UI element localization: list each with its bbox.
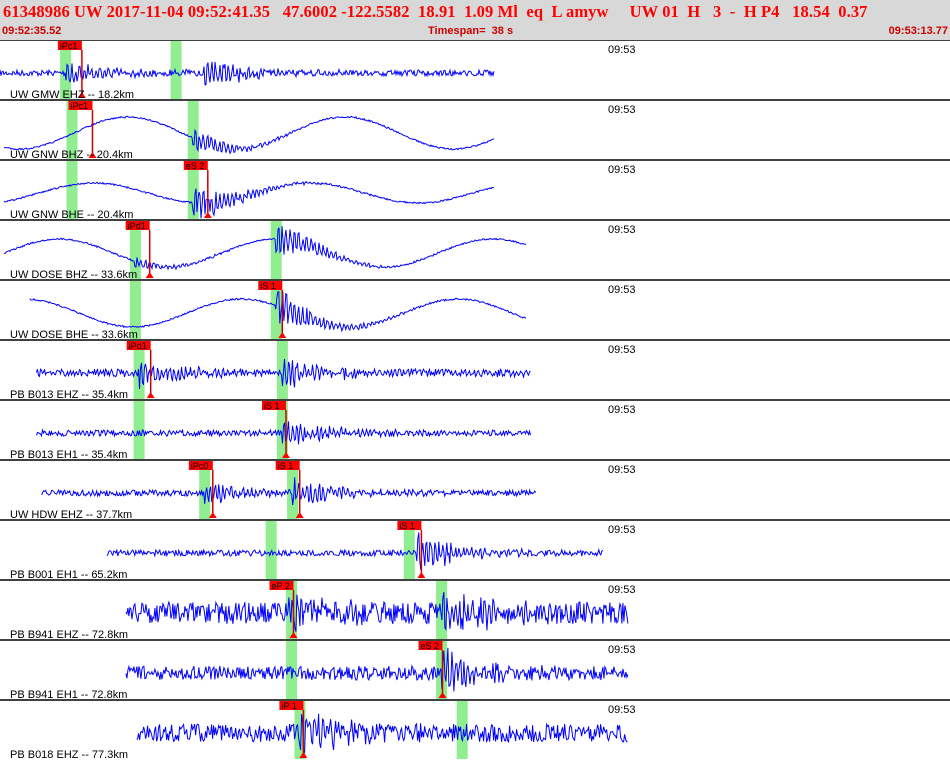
- end-time: 09:53:13.77: [888, 25, 948, 37]
- channel-row[interactable]: iS 1 09:53 PB B001 EH1 -- 65.2km: [0, 519, 950, 581]
- time-tick-label: 09:53: [608, 404, 636, 416]
- pick-label: iPc0: [191, 461, 209, 471]
- channel-row[interactable]: iPc1 09:53 UW GNW BHZ -- 20.4km: [0, 99, 950, 161]
- waveform-trace: [125, 647, 629, 692]
- time-tick-label: 09:53: [608, 704, 636, 716]
- channel-label: PB B941 EHZ -- 72.8km: [10, 629, 128, 641]
- channel-row[interactable]: eP 2 09:53 PB B941 EHZ -- 72.8km: [0, 579, 950, 641]
- channel-label: UW DOSE BHZ -- 33.6km: [10, 269, 137, 281]
- pick-arrow: [417, 572, 426, 578]
- channel-row[interactable]: eS 2 09:53 PB B941 EH1 -- 72.8km: [0, 639, 950, 701]
- channel-row[interactable]: iPd1 09:53 UW DOSE BHZ -- 33.6km: [0, 219, 950, 281]
- pick-label: iS 1: [278, 461, 294, 471]
- channel-label: UW GNW BHE -- 20.4km: [10, 209, 133, 221]
- pick-window: [265, 521, 277, 579]
- time-tick-label: 09:53: [608, 584, 636, 596]
- time-tick-label: 09:53: [608, 644, 636, 656]
- event-title: 61348986 UW 2017-11-04 09:52:41.35 47.60…: [3, 2, 868, 21]
- pick-window: [187, 101, 199, 159]
- pick-window: [170, 41, 182, 99]
- time-tick-label: 09:53: [608, 464, 636, 476]
- pick-arrow: [146, 392, 155, 398]
- event-header: 61348986 UW 2017-11-04 09:52:41.35 47.60…: [0, 0, 950, 40]
- channel-label: PB B001 EH1 -- 65.2km: [10, 569, 127, 581]
- channel-row[interactable]: iPc0 iS 1 09:53 UW HDW EHZ -- 37.7km: [0, 459, 950, 521]
- pick-label: eS 2: [186, 161, 205, 171]
- waveform-trace: [0, 61, 495, 86]
- time-tick-label: 09:53: [608, 164, 636, 176]
- pick-label: iS 1: [399, 521, 415, 531]
- channel-label: PB B013 EHZ -- 35.4km: [10, 389, 128, 401]
- time-tick-label: 09:53: [608, 104, 636, 116]
- channel-label: PB B018 EHZ -- 77.3km: [10, 749, 128, 760]
- channel-row[interactable]: iPd1 09:53 PB B013 EHZ -- 35.4km: [0, 339, 950, 401]
- pick-window: [276, 341, 288, 399]
- pick-label: iPc1: [71, 101, 89, 111]
- channel-row[interactable]: iP 1 09:53 PB B018 EHZ -- 77.3km: [0, 699, 950, 760]
- channel-row[interactable]: eS 2 09:53 UW GNW BHE -- 20.4km: [0, 159, 950, 221]
- channel-label: UW GNW BHZ -- 20.4km: [10, 149, 133, 161]
- timespan: Timespan= 38 s: [428, 25, 514, 37]
- pick-label: iS 1: [260, 281, 276, 291]
- pick-label: iPd1: [128, 221, 146, 231]
- channel-row[interactable]: iPc1 09:53 UW GMW EHZ -- 18.2km: [0, 40, 950, 101]
- pick-label: iPd1: [129, 341, 147, 351]
- pick-label: eP 2: [272, 581, 290, 591]
- channel-label: PB B013 EH1 -- 35.4km: [10, 449, 127, 461]
- time-tick-label: 09:53: [608, 284, 636, 296]
- pick-label: iP 1: [281, 701, 296, 711]
- pick-arrow: [145, 272, 154, 278]
- channel-row[interactable]: iS 1 09:53 UW DOSE BHE -- 33.6km: [0, 279, 950, 341]
- trace-panel[interactable]: iPc1 09:53UW GMW EHZ -- 18.2kmiPc1 09:53UW…: [0, 40, 950, 760]
- channel-label: UW DOSE BHE -- 33.6km: [10, 329, 138, 341]
- time-tick-label: 09:53: [608, 44, 636, 56]
- channel-label: UW GMW EHZ -- 18.2km: [10, 89, 134, 101]
- time-tick-label: 09:53: [608, 224, 636, 236]
- time-tick-label: 09:53: [608, 524, 636, 536]
- start-time: 09:52:35.52: [2, 25, 62, 37]
- pick-label: eS 2: [421, 641, 440, 651]
- pick-label: iS 1: [264, 401, 280, 411]
- waveform-trace: [125, 592, 629, 632]
- waveform-trace: [106, 532, 604, 571]
- channel-label: UW HDW EHZ -- 37.7km: [10, 509, 132, 521]
- waveform-trace: [3, 226, 527, 271]
- channel-label: PB B941 EH1 -- 72.8km: [10, 689, 127, 701]
- channel-row[interactable]: iS 1 09:53 PB B013 EH1 -- 35.4km: [0, 399, 950, 461]
- time-tick-label: 09:53: [608, 344, 636, 356]
- pick-label: iPc1: [60, 41, 78, 51]
- waveform-trace: [136, 713, 628, 756]
